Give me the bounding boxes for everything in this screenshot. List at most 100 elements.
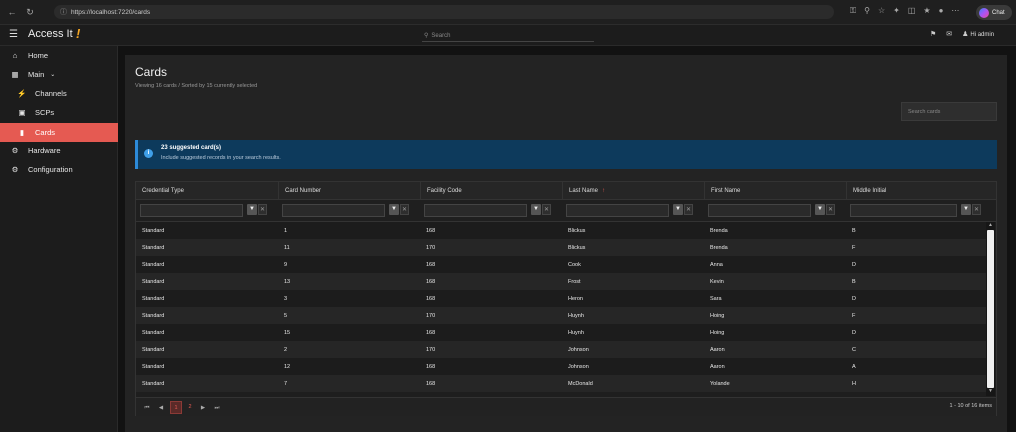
- clear-filter-icon[interactable]: ✕: [826, 204, 835, 215]
- card-number-cell: 15: [284, 329, 291, 336]
- scroll-down-icon[interactable]: ▼: [986, 388, 995, 395]
- column-header-label: Middle Initial: [853, 188, 887, 194]
- scroll-up-icon[interactable]: ▲: [986, 222, 995, 229]
- table-row[interactable]: Standard 11 170 Blickus Brenda F: [136, 239, 986, 256]
- filter-icon[interactable]: ▼: [531, 204, 541, 215]
- filter-input-middle-initial[interactable]: [850, 204, 957, 217]
- sidebar-item-configuration[interactable]: ⚙ Configuration: [10, 160, 73, 179]
- mail-icon[interactable]: ✉: [946, 30, 952, 38]
- address-bar[interactable]: ⓘ https://localhost:7220/cards: [54, 5, 834, 19]
- column-header-credential-type[interactable]: Credential Type: [136, 182, 278, 200]
- clear-filter-icon[interactable]: ✕: [684, 204, 693, 215]
- profile-icon[interactable]: ●: [939, 6, 944, 16]
- card-number-cell: 11: [284, 244, 290, 251]
- split-icon[interactable]: ◫: [908, 6, 916, 16]
- star-icon[interactable]: ☆: [878, 6, 885, 16]
- column-header-last-name[interactable]: Last Name ↑: [562, 182, 704, 200]
- clear-filter-icon[interactable]: ✕: [400, 204, 409, 215]
- more-icon[interactable]: ⋯: [951, 6, 959, 16]
- key-icon[interactable]: ⚿: [850, 6, 856, 16]
- card-number-cell: 2: [284, 346, 288, 353]
- url-text: https://localhost:7220/cards: [71, 8, 151, 16]
- app-logo-mark: !: [76, 26, 81, 41]
- column-header-card-number[interactable]: Card Number: [278, 182, 420, 200]
- filter-input-facility-code[interactable]: [424, 204, 527, 217]
- column-header-facility-code[interactable]: Facility Code: [420, 182, 562, 200]
- app-title[interactable]: Access It: [28, 28, 73, 40]
- global-search-input[interactable]: ⚲ Search: [422, 30, 594, 42]
- gear-icon: ⚙: [11, 165, 19, 174]
- clear-filter-icon[interactable]: ✕: [542, 204, 551, 215]
- filter-icon[interactable]: ▼: [673, 204, 683, 215]
- last-name-cell: Johnson: [568, 363, 589, 370]
- notifications-icon[interactable]: ⚑: [930, 30, 936, 38]
- filter-icon[interactable]: ▼: [389, 204, 399, 215]
- filter-icon[interactable]: ▼: [815, 204, 825, 215]
- first-name-cell: Kevin: [710, 278, 724, 285]
- home-icon: ⌂: [12, 51, 18, 60]
- filter-icon[interactable]: ▼: [961, 204, 971, 215]
- credential-type-cell: Standard: [142, 380, 165, 387]
- sidebar-item-scps[interactable]: ▣ SCPs: [17, 103, 54, 122]
- filter-input-first-name[interactable]: [708, 204, 811, 217]
- filter-input-credential-type[interactable]: [140, 204, 243, 217]
- filter-input-last-name[interactable]: [566, 204, 669, 217]
- first-name-cell: Brenda: [710, 244, 728, 251]
- sidebar-item-channels[interactable]: ⚡ Channels: [17, 84, 66, 103]
- reload-icon[interactable]: ↻: [24, 6, 36, 18]
- table-row[interactable]: Standard 9 168 Cook Anna D: [136, 256, 986, 273]
- menu-icon[interactable]: ☰: [9, 29, 18, 40]
- table-row[interactable]: Standard 7 168 McDonald Yolande H: [136, 375, 986, 392]
- chart-icon: ▦: [11, 70, 19, 79]
- filter-input-card-number[interactable]: [282, 204, 385, 217]
- table-row[interactable]: Standard 5 170 Huynh Hoing F: [136, 307, 986, 324]
- clear-filter-icon[interactable]: ✕: [258, 204, 267, 215]
- credential-type-cell: Standard: [142, 346, 165, 353]
- table-row[interactable]: Standard 13 168 Frost Kevin B: [136, 273, 986, 290]
- cards-grid: Credential Type Card Number Facility Cod…: [135, 181, 997, 416]
- column-header-first-name[interactable]: First Name: [704, 182, 846, 200]
- table-row[interactable]: Standard 2 170 Johnson Aaron C: [136, 341, 986, 358]
- search-cards-input[interactable]: Search cards: [901, 102, 997, 121]
- facility-code-cell: 168: [426, 329, 436, 336]
- copilot-icon: [979, 7, 989, 18]
- last-page-icon[interactable]: ⏭: [212, 403, 222, 413]
- table-row[interactable]: Standard 1 168 Blickus Brenda B: [136, 222, 986, 239]
- sidebar-item-cards[interactable]: ▮ Cards: [0, 123, 118, 142]
- credential-type-cell: Standard: [142, 244, 165, 251]
- clear-filter-icon[interactable]: ✕: [972, 204, 981, 215]
- table-row[interactable]: Standard 12 168 Johnson Aaron A: [136, 358, 986, 375]
- sidebar-item-label: Configuration: [28, 165, 73, 174]
- first-name-cell: Aaron: [710, 346, 725, 353]
- sidebar-item-hardware[interactable]: ⚙ Hardware: [10, 141, 61, 160]
- cards-panel: Cards Viewing 16 cards / Sorted by 15 cu…: [125, 55, 1007, 432]
- sidebar-item-home[interactable]: ⌂ Home: [10, 46, 48, 65]
- prev-page-icon[interactable]: ◀: [156, 403, 166, 413]
- next-page-icon[interactable]: ▶: [198, 403, 208, 413]
- first-page-icon[interactable]: ⏮: [142, 403, 152, 413]
- table-row[interactable]: Standard 15 168 Huynh Hoing D: [136, 324, 986, 341]
- last-name-cell: Huynh: [568, 312, 584, 319]
- page-button-1[interactable]: 1: [170, 401, 182, 414]
- scrollbar-thumb[interactable]: [987, 230, 994, 388]
- column-header-middle-initial[interactable]: Middle Initial: [846, 182, 996, 200]
- suggested-cards-banner[interactable]: i 23 suggested card(s) Include suggested…: [135, 140, 997, 169]
- favorites-icon[interactable]: ★: [923, 6, 930, 16]
- extensions-icon[interactable]: ✦: [893, 6, 900, 16]
- filter-icon[interactable]: ▼: [247, 204, 257, 215]
- middle-initial-cell: D: [852, 329, 856, 336]
- sidebar-item-main[interactable]: ▦ Main ⌄: [10, 65, 55, 84]
- column-header-label: Credential Type: [142, 188, 184, 194]
- table-row[interactable]: Standard 3 168 Heron Sara D: [136, 290, 986, 307]
- page-button-2[interactable]: 2: [184, 401, 196, 414]
- card-number-cell: 7: [284, 380, 288, 387]
- first-name-cell: Hoing: [710, 329, 725, 336]
- vertical-scrollbar[interactable]: ▲ ▼: [986, 222, 995, 396]
- zoom-icon[interactable]: ⚲: [864, 6, 870, 16]
- copilot-button[interactable]: Chat: [976, 5, 1012, 20]
- user-menu[interactable]: ♟ Hi admin: [962, 30, 994, 38]
- column-header-label: Card Number: [285, 188, 322, 194]
- banner-subtitle: Include suggested records in your search…: [161, 155, 281, 161]
- back-icon[interactable]: ←: [6, 6, 18, 18]
- browser-icons: ⚿ ⚲ ☆ ✦ ◫ ★ ● ⋯: [850, 6, 959, 16]
